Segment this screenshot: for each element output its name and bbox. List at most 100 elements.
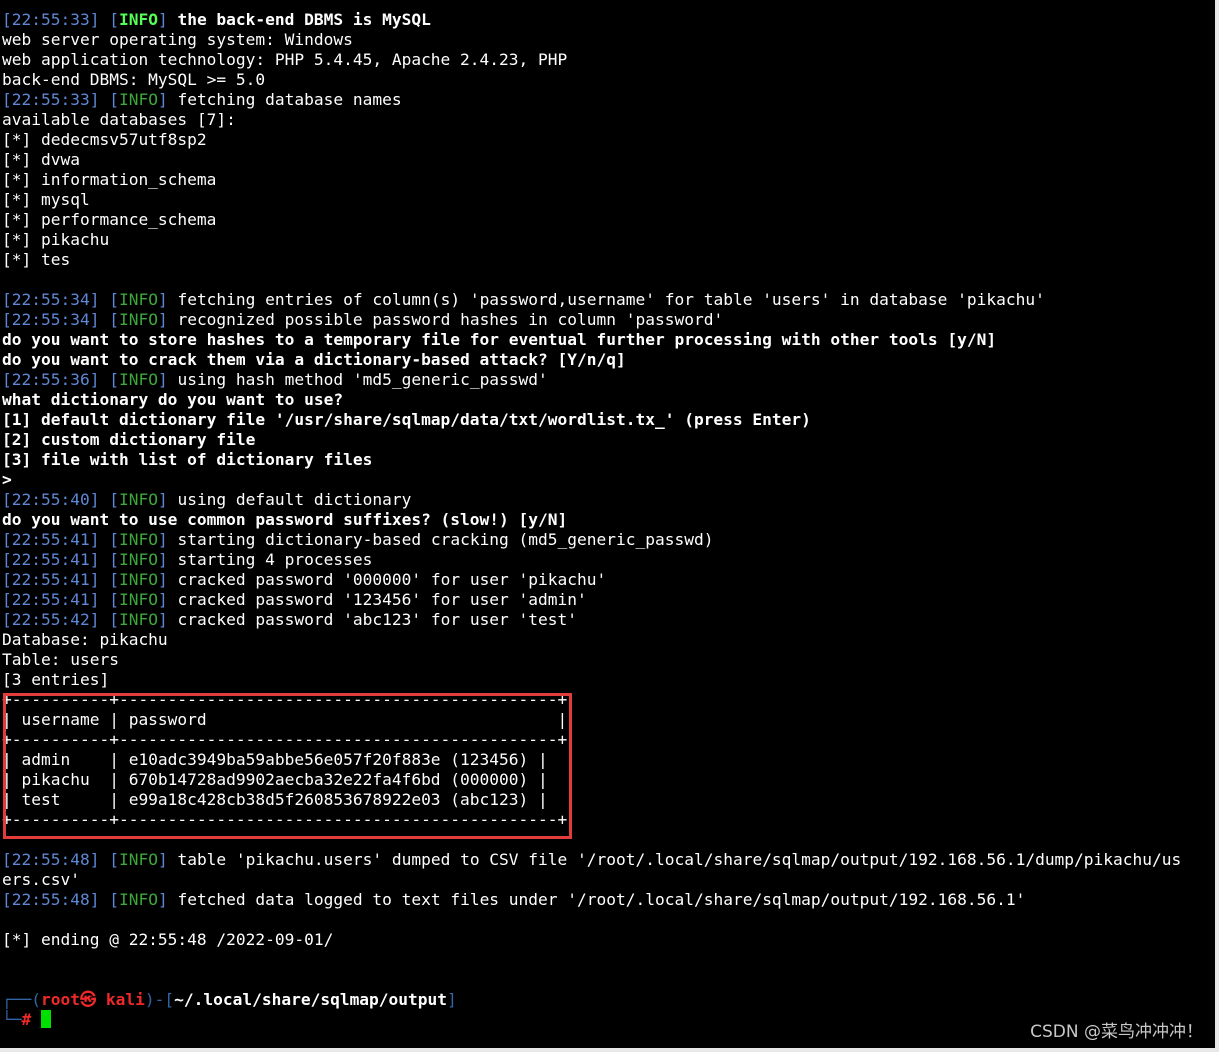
terminal-output: [22:55:33] [INFO] the back-end DBMS is M…	[2, 10, 1214, 1030]
terminal-line: >	[2, 470, 12, 489]
terminal-line: what dictionary do you want to use?	[2, 390, 344, 409]
level-close-bracket: ]	[157, 570, 168, 589]
level-close-bracket: ]	[157, 590, 168, 609]
log-level: INFO	[118, 10, 158, 29]
terminal-line: do you want to store hashes to a tempora…	[2, 330, 997, 349]
bracket-separator: ] [	[89, 590, 119, 609]
timestamp: 22:55:34	[11, 290, 90, 309]
terminal-line: do you want to crack them via a dictiona…	[2, 350, 626, 369]
log-level: INFO	[118, 850, 158, 869]
level-close-bracket: ]	[157, 370, 168, 389]
timestamp-open-bracket: [	[2, 850, 12, 869]
prompt-frame: ]	[447, 990, 457, 1009]
terminal-line: web server operating system: Windows	[2, 30, 353, 49]
timestamp-open-bracket: [	[2, 370, 12, 389]
timestamp: 22:55:36	[11, 370, 90, 389]
level-close-bracket: ]	[157, 890, 168, 909]
log-message: fetching database names	[167, 90, 402, 109]
terminal-line: [22:55:41] [INFO] starting 4 processes	[2, 550, 1214, 570]
prompt-path: ~/.local/share/sqlmap/output	[174, 990, 448, 1009]
watermark: CSDN @菜鸟冲冲冲！	[1030, 1022, 1203, 1042]
terminal-line: [*] dedecmsv57utf8sp2	[2, 130, 207, 149]
terminal-line: [22:55:42] [INFO] cracked password 'abc1…	[2, 610, 1214, 630]
bracket-separator: ] [	[89, 890, 119, 909]
log-level: INFO	[118, 490, 158, 509]
terminal-line: [22:55:34] [INFO] recognized possible pa…	[2, 310, 1214, 330]
timestamp-open-bracket: [	[2, 590, 12, 609]
terminal-line: [22:55:33] [INFO] fetching database name…	[2, 90, 1214, 110]
bracket-separator: ] [	[89, 370, 119, 389]
bracket-separator: ] [	[89, 310, 119, 329]
terminal-line: [*] performance_schema	[2, 210, 217, 229]
cursor[interactable]	[41, 1010, 51, 1028]
terminal-line: [22:55:36] [INFO] using hash method 'md5…	[2, 370, 1214, 390]
level-close-bracket: ]	[157, 310, 168, 329]
timestamp-open-bracket: [	[2, 610, 12, 629]
terminal-line: back-end DBMS: MySQL >= 5.0	[2, 70, 266, 89]
level-close-bracket: ]	[157, 90, 168, 109]
prompt-frame: ┌──(	[2, 990, 41, 1009]
timestamp-open-bracket: [	[2, 10, 12, 29]
terminal-line: [22:55:41] [INFO] cracked password '0000…	[2, 570, 1214, 590]
timestamp: 22:55:48	[11, 850, 90, 869]
log-level: INFO	[118, 610, 158, 629]
level-close-bracket: ]	[157, 290, 168, 309]
level-close-bracket: ]	[157, 530, 168, 549]
terminal-line: available databases [7]:	[2, 110, 236, 129]
terminal-line: ers.csv'	[2, 870, 80, 889]
terminal-line: [2] custom dictionary file	[2, 430, 256, 449]
bracket-separator: ] [	[89, 610, 119, 629]
log-level: INFO	[118, 590, 158, 609]
terminal-line: [22:55:48] [INFO] fetched data logged to…	[2, 890, 1214, 910]
terminal-line: [3] file with list of dictionary files	[2, 450, 373, 469]
log-message: the back-end DBMS is MySQL	[167, 10, 431, 29]
timestamp: 22:55:48	[11, 890, 90, 909]
bracket-separator: ] [	[89, 10, 119, 29]
log-level: INFO	[118, 530, 158, 549]
timestamp: 22:55:41	[11, 550, 90, 569]
bracket-separator: ] [	[89, 530, 119, 549]
timestamp: 22:55:34	[11, 310, 90, 329]
log-message: table 'pikachu.users' dumped to CSV file…	[167, 850, 1182, 869]
log-message: recognized possible password hashes in c…	[167, 310, 724, 329]
terminal-line: do you want to use common password suffi…	[2, 510, 568, 529]
timestamp-open-bracket: [	[2, 490, 12, 509]
timestamp-open-bracket: [	[2, 550, 12, 569]
prompt-frame: └─	[2, 1010, 22, 1029]
terminal-line: +----------+----------------------------…	[2, 810, 568, 829]
timestamp-open-bracket: [	[2, 310, 12, 329]
log-message: using default dictionary	[167, 490, 412, 509]
terminal-line: [*] tes	[2, 250, 71, 269]
terminal-line: [*] ending @ 22:55:48 /2022-09-01/	[2, 930, 334, 949]
log-level: INFO	[118, 370, 158, 389]
timestamp: 22:55:42	[11, 610, 90, 629]
terminal-line: [22:55:48] [INFO] table 'pikachu.users' …	[2, 850, 1214, 870]
terminal-line: [*] pikachu	[2, 230, 110, 249]
terminal-line: +----------+----------------------------…	[2, 690, 568, 709]
bracket-separator: ] [	[89, 290, 119, 309]
level-close-bracket: ]	[157, 550, 168, 569]
terminal-window[interactable]: [22:55:33] [INFO] the back-end DBMS is M…	[0, 0, 1219, 1052]
log-message: cracked password 'abc123' for user 'test…	[167, 610, 578, 629]
log-level: INFO	[118, 570, 158, 589]
prompt-symbol: #	[21, 1010, 32, 1029]
bracket-separator: ] [	[89, 850, 119, 869]
terminal-line: | username | password |	[2, 710, 568, 729]
terminal-line: Database: pikachu	[2, 630, 168, 649]
log-message: fetched data logged to text files under …	[167, 890, 1026, 909]
timestamp: 22:55:41	[11, 530, 90, 549]
level-close-bracket: ]	[157, 10, 168, 29]
timestamp-open-bracket: [	[2, 90, 12, 109]
terminal-line: [22:55:40] [INFO] using default dictiona…	[2, 490, 1214, 510]
terminal-line: [3 entries]	[2, 670, 110, 689]
terminal-line: +----------+----------------------------…	[2, 730, 568, 749]
bracket-separator: ] [	[89, 90, 119, 109]
timestamp: 22:55:40	[11, 490, 90, 509]
timestamp-open-bracket: [	[2, 570, 12, 589]
log-level: INFO	[118, 310, 158, 329]
log-level: INFO	[118, 890, 158, 909]
